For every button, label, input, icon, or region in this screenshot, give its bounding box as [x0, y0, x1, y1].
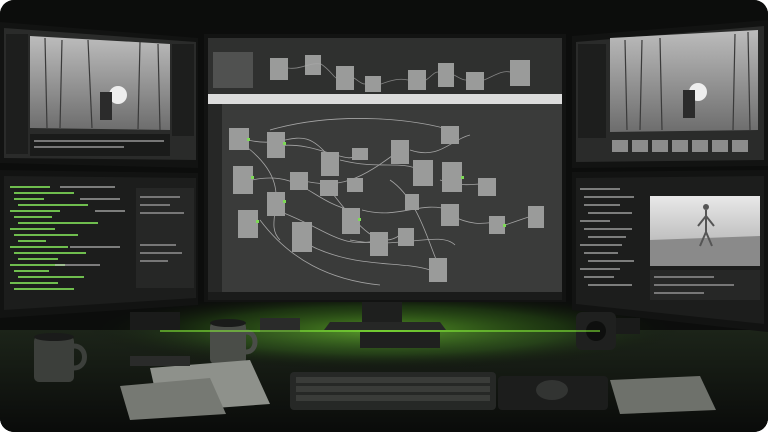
- monitor-top-left: [0, 22, 198, 168]
- desk-setup-photo: [0, 0, 768, 432]
- side-panel: [136, 188, 194, 288]
- monitor-bottom-right: [572, 170, 768, 332]
- keyboard: [290, 372, 496, 410]
- monitor-center: [204, 34, 566, 330]
- mouse: [536, 380, 568, 400]
- led-strip: [160, 330, 600, 332]
- monitor-top-right: [572, 20, 768, 168]
- top-node-strip: [208, 38, 562, 94]
- thumbnail-strip: [612, 140, 748, 152]
- timeline-strip: [30, 134, 170, 156]
- monitor-bottom-left: [0, 170, 198, 318]
